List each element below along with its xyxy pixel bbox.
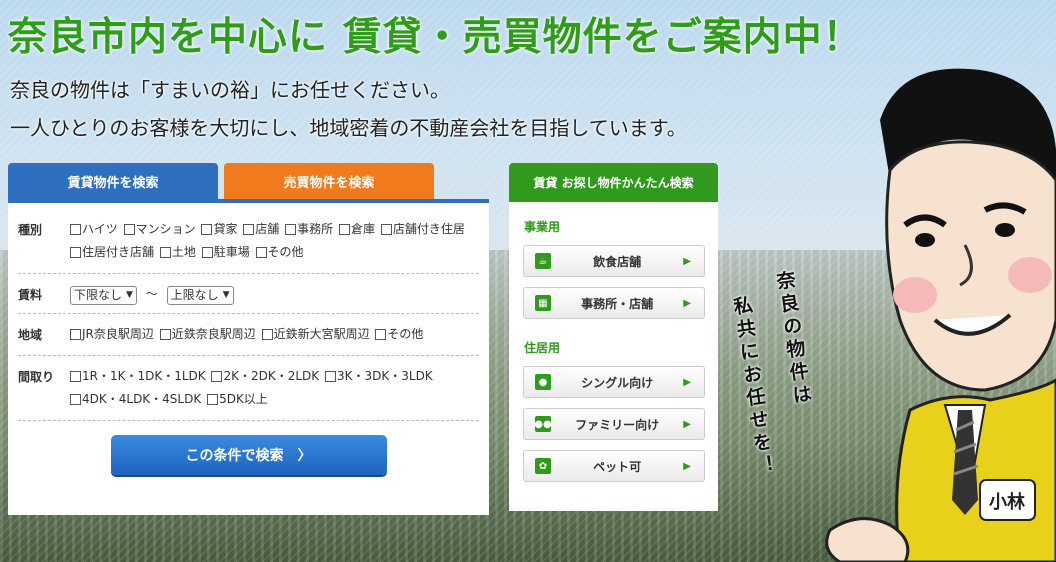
rent-min-select[interactable]: 下限なし ▼: [70, 285, 137, 305]
tab-rent-search[interactable]: 賃貸物件を検索: [8, 163, 218, 199]
row-label-layout: 間取り: [18, 370, 55, 384]
checkbox-kashiya[interactable]: 貸家: [201, 219, 237, 240]
checkbox-mansion[interactable]: マンション: [123, 219, 196, 240]
quick-button-label: シングル向け: [581, 375, 654, 390]
quick-button-family[interactable]: ●● ファミリー向け ▶: [523, 408, 705, 440]
row-area: 地域 JR奈良駅周辺 近鉄奈良駅周辺 近鉄新大宮駅周辺 その他: [18, 314, 479, 356]
quick-search-title: 賃貸 お探し物件かんたん検索: [509, 163, 718, 202]
row-layout: 間取り 1R・1K・1DK・1LDK 2K・2DK・2LDK 3K・3DK・3L…: [18, 356, 479, 421]
checkbox-tenpo[interactable]: 店舗: [243, 219, 279, 240]
tab-sale-search[interactable]: 売買物件を検索: [224, 163, 434, 199]
checkbox-layout-3[interactable]: 3K・3DK・3LDK: [325, 366, 433, 387]
checkbox-layout-4[interactable]: 4DK・4LDK・4SLDK: [70, 389, 201, 410]
triangle-right-icon: ▶: [683, 460, 691, 472]
checkbox-layout-1[interactable]: 1R・1K・1DK・1LDK: [70, 366, 206, 387]
triangle-right-icon: ▶: [683, 297, 691, 309]
chevron-down-icon: ▼: [126, 289, 133, 300]
range-separator: 〜: [145, 287, 158, 301]
quick-button-label: 飲食店舗: [593, 254, 642, 269]
type-options: ハイツ マンション 貸家 店舗 事務所 倉庫 店舗付き住居 住居付き店舗 土地 …: [70, 219, 479, 265]
search-submit-button[interactable]: この条件で検索 〉: [110, 435, 387, 475]
row-rent: 賃料 下限なし ▼ 〜 上限なし ▼: [18, 274, 479, 314]
search-tabs: 賃貸物件を検索 売買物件を検索: [8, 163, 489, 199]
checkbox-type-other[interactable]: その他: [255, 242, 304, 263]
building-icon: ▦: [535, 295, 551, 311]
area-options: JR奈良駅周辺 近鉄奈良駅周辺 近鉄新大宮駅周辺 その他: [70, 324, 479, 347]
page-headline: 奈良市内を中心に 賃貸・売買物件をご案内中！: [8, 15, 863, 60]
property-search-panel: 賃貸物件を検索 売買物件を検索 種別 ハイツ マンション 貸家 店舗 事務所 倉…: [8, 163, 489, 515]
checkbox-jr-nara[interactable]: JR奈良駅周辺: [70, 324, 154, 345]
triangle-right-icon: ▶: [683, 255, 691, 267]
search-submit-label: この条件で検索: [185, 448, 284, 464]
layout-options: 1R・1K・1DK・1LDK 2K・2DK・2LDK 3K・3DK・3LDK 4…: [70, 366, 479, 412]
checkbox-jukyo-tsuki-tenpo[interactable]: 住居付き店舗: [70, 242, 154, 263]
intro-line-1: 奈良の物件は「すまいの裕」にお任せください。: [10, 78, 450, 102]
quick-button-restaurant[interactable]: ☕ 飲食店舗 ▶: [523, 245, 705, 277]
quick-button-office-shop[interactable]: ▦ 事務所・店舗 ▶: [523, 287, 705, 319]
cup-icon: ☕: [535, 253, 551, 269]
quick-button-label: ペット可: [593, 459, 642, 474]
chevron-down-icon: ▼: [222, 289, 230, 300]
quick-button-single[interactable]: ● シングル向け ▶: [523, 366, 705, 398]
paw-icon: ✿: [535, 458, 551, 474]
row-label-area: 地域: [18, 328, 43, 342]
mascot-illustration: 小林: [825, 68, 1056, 562]
checkbox-souko[interactable]: 倉庫: [338, 219, 375, 240]
mascot-nametag: 小林: [989, 491, 1025, 513]
row-label-rent: 賃料: [18, 288, 43, 302]
single-person-icon: ●: [535, 374, 551, 390]
quick-button-pets[interactable]: ✿ ペット可 ▶: [523, 450, 705, 482]
checkbox-chushajo[interactable]: 駐車場: [201, 242, 250, 263]
row-label-type: 種別: [18, 223, 43, 237]
quick-button-label: ファミリー向け: [575, 417, 660, 432]
checkbox-layout-5[interactable]: 5DK以上: [207, 389, 268, 410]
family-icon: ●●: [534, 416, 552, 432]
rent-max-select[interactable]: 上限なし ▼: [166, 285, 234, 305]
checkbox-tochi[interactable]: 土地: [159, 242, 196, 263]
checkbox-jimusho[interactable]: 事務所: [285, 219, 333, 240]
checkbox-kintetsu-nara[interactable]: 近鉄奈良駅周辺: [159, 324, 256, 345]
group-title-business: 事業用: [524, 220, 561, 234]
triangle-right-icon: ▶: [683, 418, 691, 430]
checkbox-kintetsu-shin-omiya[interactable]: 近鉄新大宮駅周辺: [261, 324, 370, 345]
intro-line-2: 一人ひとりのお客様を大切にし、地域密着の不動産会社を目指しています。: [10, 116, 687, 140]
chevron-right-icon: 〉: [297, 448, 312, 464]
quick-search-panel: 賃貸 お探し物件かんたん検索 事業用 ☕ 飲食店舗 ▶ ▦ 事務所・店舗 ▶ 住…: [509, 163, 718, 511]
triangle-right-icon: ▶: [683, 376, 691, 388]
checkbox-area-other[interactable]: その他: [375, 324, 423, 345]
group-title-residential: 住居用: [524, 341, 561, 355]
checkbox-tenpo-tsuki-jukyo[interactable]: 店舗付き住居: [380, 219, 465, 240]
checkbox-haitsu[interactable]: ハイツ: [70, 219, 118, 240]
checkbox-layout-2[interactable]: 2K・2DK・2LDK: [211, 366, 319, 387]
row-property-type: 種別 ハイツ マンション 貸家 店舗 事務所 倉庫 店舗付き住居 住居付き店舗 …: [18, 209, 479, 274]
quick-button-label: 事務所・店舗: [581, 296, 654, 311]
search-form: 種別 ハイツ マンション 貸家 店舗 事務所 倉庫 店舗付き住居 住居付き店舗 …: [8, 203, 489, 515]
rent-range: 下限なし ▼ 〜 上限なし ▼: [70, 284, 479, 305]
